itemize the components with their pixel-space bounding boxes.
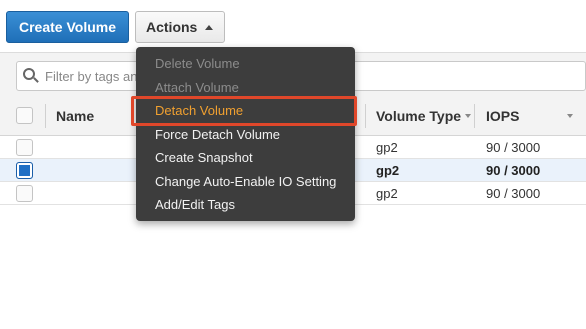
- volume-type-cell: gp2: [376, 162, 400, 178]
- iops-cell: 90 / 3000: [486, 162, 541, 178]
- iops-cell: 90 / 3000: [486, 185, 541, 201]
- menu-item-add-edit-tags[interactable]: Add/Edit Tags: [136, 193, 355, 217]
- row-checkbox[interactable]: [16, 139, 33, 156]
- menu-item-create-snapshot[interactable]: Create Snapshot: [136, 146, 355, 170]
- column-header-volume-type[interactable]: Volume Type: [376, 96, 472, 136]
- menu-item-change-auto-enable-io[interactable]: Change Auto-Enable IO Setting: [136, 170, 355, 194]
- toolbar: Create Volume Actions: [0, 0, 586, 50]
- menu-item-delete-volume: Delete Volume: [155, 56, 240, 72]
- actions-label: Actions: [146, 19, 198, 35]
- search-icon: [23, 68, 39, 84]
- actions-button[interactable]: Actions: [135, 11, 225, 43]
- menu-item-force-detach-volume[interactable]: Force Detach Volume: [136, 123, 355, 147]
- volume-type-cell: gp2: [376, 139, 398, 155]
- actions-dropdown-menu: Delete Volume Attach Volume Detach Volum…: [136, 47, 355, 221]
- column-divider: [45, 104, 46, 128]
- sort-icon: [567, 114, 573, 118]
- iops-cell: 90 / 3000: [486, 139, 541, 155]
- menu-item-attach-volume: Attach Volume: [155, 79, 239, 95]
- chevron-up-icon: [205, 24, 214, 30]
- column-divider: [365, 104, 366, 128]
- row-checkbox[interactable]: [16, 185, 33, 202]
- create-volume-button[interactable]: Create Volume: [6, 11, 129, 43]
- column-header-iops-label: IOPS: [486, 108, 520, 124]
- column-header-iops[interactable]: IOPS: [486, 96, 519, 136]
- volume-type-cell: gp2: [376, 185, 398, 201]
- menu-item-detach-volume[interactable]: Detach Volume: [136, 99, 355, 123]
- row-checkbox[interactable]: [16, 162, 33, 179]
- sort-icon: [465, 114, 472, 118]
- column-header-volume-type-label: Volume Type: [376, 108, 462, 124]
- column-header-name[interactable]: Name: [56, 96, 94, 136]
- create-volume-label: Create Volume: [19, 19, 116, 35]
- column-divider: [474, 104, 475, 128]
- select-all-checkbox[interactable]: [16, 107, 33, 124]
